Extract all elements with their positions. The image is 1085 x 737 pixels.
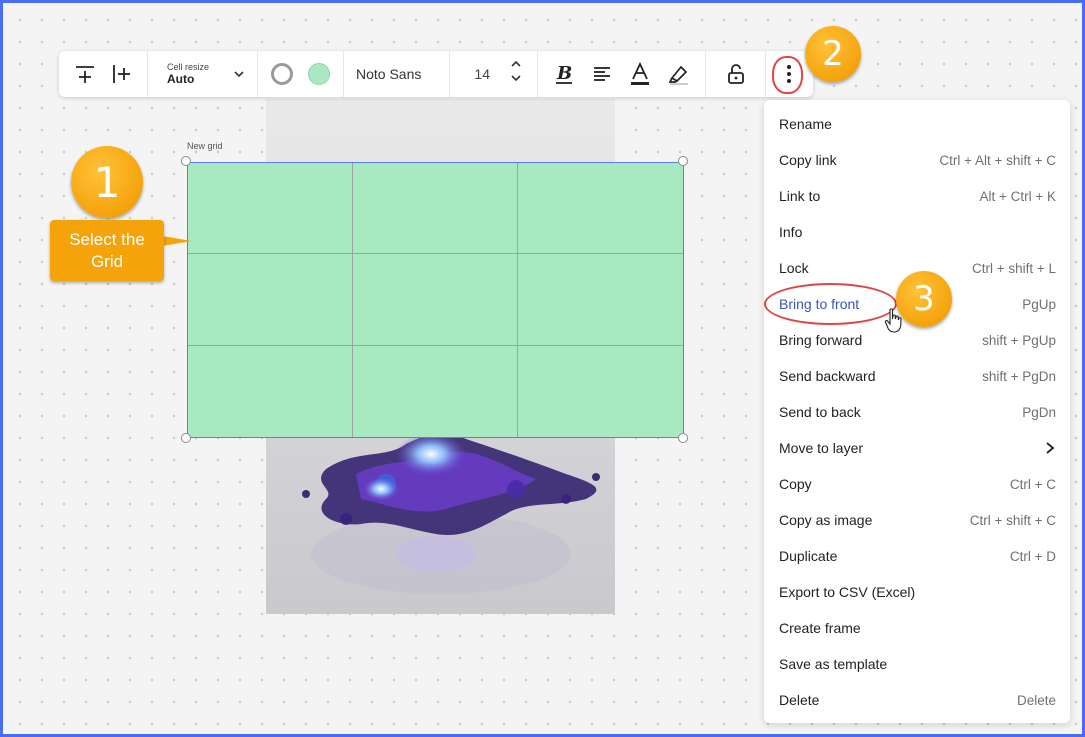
menu-item-shortcut: Delete: [1016, 692, 1056, 708]
grid-cell[interactable]: [518, 254, 683, 346]
menu-item-send-to-back[interactable]: Send to back PgDn: [779, 394, 1056, 430]
menu-item-copy[interactable]: Copy Ctrl + C: [779, 466, 1056, 502]
menu-item-label: Copy: [779, 476, 812, 492]
border-color-button[interactable]: [271, 63, 294, 85]
font-family-dropdown[interactable]: Noto Sans: [344, 51, 450, 97]
fill-color-button[interactable]: [307, 63, 330, 85]
chevron-right-icon: [1046, 442, 1055, 454]
menu-item-label: Create frame: [779, 620, 861, 636]
lock-button[interactable]: [726, 63, 746, 85]
add-column-button[interactable]: [110, 63, 132, 85]
menu-item-label: Link to: [779, 188, 821, 204]
menu-item-shortcut: PgDn: [1022, 404, 1056, 420]
grid-cell[interactable]: [353, 254, 518, 346]
cell-resize-value: Auto: [167, 72, 195, 86]
resize-handle-bottom-right[interactable]: [678, 433, 688, 443]
resize-handle-top-left[interactable]: [181, 156, 191, 166]
menu-item-label: Lock: [779, 260, 809, 276]
font-size-control[interactable]: 14: [450, 51, 538, 97]
step-badge-3: 3: [896, 271, 952, 327]
text-color-icon: [631, 62, 650, 85]
menu-item-shortcut: Alt + Ctrl + K: [979, 188, 1056, 204]
tooltip-arrow: [162, 236, 192, 246]
add-row-icon: [76, 66, 94, 83]
bold-icon: B: [555, 63, 572, 84]
cell-resize-dropdown[interactable]: Cell resize Auto: [148, 51, 258, 97]
menu-item-info[interactable]: Info: [779, 214, 1056, 250]
grid-cell[interactable]: [353, 163, 518, 255]
menu-item-create-frame[interactable]: Create frame: [779, 610, 1056, 646]
menu-item-shortcut: PgUp: [1022, 296, 1056, 312]
highlight-ring-bring-to-front: [764, 283, 897, 325]
grid-cell[interactable]: [353, 345, 518, 437]
menu-item-send-backward[interactable]: Send backward shift + PgDn: [779, 358, 1056, 394]
paint-splash-image: [302, 432, 600, 594]
grid-cell[interactable]: [518, 163, 683, 255]
grid-cell[interactable]: [518, 346, 683, 437]
menu-item-label: Save as template: [779, 656, 888, 672]
unlock-icon: [727, 64, 744, 84]
grid-cell[interactable]: [188, 163, 353, 255]
menu-item-label: Move to layer: [779, 440, 864, 456]
menu-item-shortcut: Ctrl + Alt + shift + C: [939, 152, 1056, 168]
menu-item-bring-forward[interactable]: Bring forward shift + PgUp: [779, 322, 1056, 358]
menu-item-move-to-layer[interactable]: Move to layer: [779, 430, 1056, 466]
chevron-down-icon[interactable]: [510, 73, 522, 83]
menu-item-label: Bring forward: [779, 332, 863, 348]
menu-item-label: Rename: [779, 116, 832, 132]
add-column-icon: [113, 65, 130, 83]
bold-button[interactable]: B: [553, 62, 575, 86]
svg-text:B: B: [556, 63, 572, 84]
menu-item-label: Info: [779, 224, 803, 240]
menu-item-shortcut: Ctrl + D: [1009, 548, 1056, 564]
menu-item-copy-as-image[interactable]: Copy as image Ctrl + shift + C: [779, 502, 1056, 538]
border-color-swatch: [271, 63, 294, 85]
menu-item-export-csv[interactable]: Export to CSV (Excel): [779, 574, 1056, 610]
menu-item-label: Send backward: [779, 368, 876, 384]
cell-resize-label: Cell resize: [167, 62, 210, 72]
menu-item-label: Delete: [779, 692, 820, 708]
text-color-button[interactable]: [629, 62, 651, 86]
font-size-value: 14: [474, 66, 490, 82]
grid-cell[interactable]: [188, 345, 353, 437]
menu-item-shortcut: shift + PgDn: [982, 368, 1056, 384]
grid-cell[interactable]: [188, 254, 353, 346]
context-menu: Rename Copy link Ctrl + Alt + shift + C …: [764, 100, 1070, 723]
highlight-ring-more-button: [772, 56, 803, 94]
align-left-icon: [593, 67, 610, 81]
resize-handle-bottom-left[interactable]: [181, 433, 191, 443]
step-badge-1: 1: [71, 146, 143, 218]
menu-item-copy-link[interactable]: Copy link Ctrl + Alt + shift + C: [779, 142, 1056, 178]
fill-color-swatch: [307, 63, 330, 85]
menu-item-shortcut: Ctrl + shift + L: [971, 260, 1056, 276]
context-toolbar: Cell resize Auto Noto Sans 14 B: [59, 51, 813, 97]
resize-handle-top-right[interactable]: [678, 156, 688, 166]
menu-item-label: Duplicate: [779, 548, 838, 564]
menu-item-save-as-template[interactable]: Save as template: [779, 646, 1056, 682]
menu-item-label: Copy as image: [779, 512, 873, 528]
menu-item-shortcut: Ctrl + shift + C: [969, 512, 1056, 528]
chevron-up-icon[interactable]: [510, 59, 522, 69]
step-badge-2: 2: [805, 26, 861, 82]
text-align-button[interactable]: [592, 64, 612, 84]
menu-item-shortcut: shift + PgUp: [982, 332, 1056, 348]
menu-item-label: Copy link: [779, 152, 837, 168]
font-family-value: Noto Sans: [356, 66, 422, 82]
menu-item-duplicate[interactable]: Duplicate Ctrl + D: [779, 538, 1056, 574]
menu-item-delete[interactable]: Delete Delete: [779, 682, 1056, 718]
step-1-tooltip: Select the Grid: [50, 220, 164, 281]
grid-title: New grid: [187, 141, 223, 151]
menu-item-label: Send to back: [779, 404, 861, 420]
add-row-button[interactable]: [74, 63, 96, 85]
highlight-button[interactable]: [668, 63, 690, 85]
chevron-down-icon: [234, 71, 244, 78]
highlighter-icon: [668, 65, 689, 85]
grid-table[interactable]: [187, 162, 684, 438]
canvas[interactable]: New grid Cell resize Auto Noto Sans 14 B…: [0, 0, 1085, 737]
menu-item-label: Export to CSV (Excel): [779, 584, 916, 600]
menu-item-link-to[interactable]: Link to Alt + Ctrl + K: [779, 178, 1056, 214]
menu-item-rename[interactable]: Rename: [779, 106, 1056, 142]
menu-item-shortcut: Ctrl + C: [1009, 476, 1056, 492]
